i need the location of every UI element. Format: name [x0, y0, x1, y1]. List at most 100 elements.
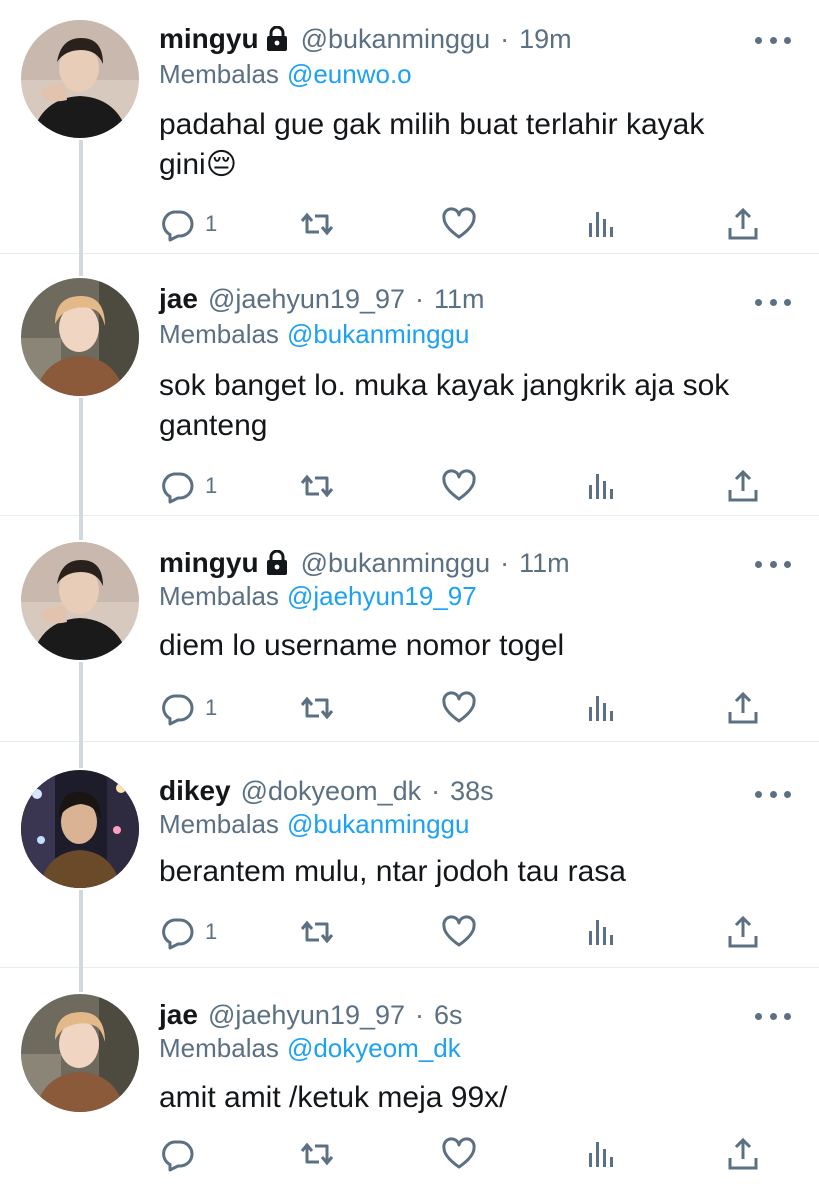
- retweet-icon: [300, 474, 334, 498]
- tweet-actions: [159, 1134, 769, 1174]
- avatar[interactable]: [21, 994, 139, 1112]
- tweet-header: dikey @dokyeom_dk · 38s: [159, 774, 749, 808]
- avatar[interactable]: [21, 542, 139, 660]
- thread-line: [79, 742, 83, 768]
- analytics-button[interactable]: [583, 466, 619, 506]
- reply-mention[interactable]: @eunwo.o: [287, 59, 412, 89]
- separator-dot: ·: [431, 776, 441, 806]
- analytics-button[interactable]: [583, 688, 619, 728]
- tweet-header: mingyu @bukanminggu · 11m: [159, 546, 749, 580]
- share-button[interactable]: [725, 688, 761, 728]
- like-icon: [442, 469, 476, 501]
- reply-button[interactable]: 1: [159, 466, 217, 506]
- display-name[interactable]: mingyu: [159, 546, 259, 580]
- thread-line: [79, 890, 83, 968]
- retweet-button[interactable]: [299, 912, 335, 952]
- more-icon[interactable]: [755, 34, 791, 46]
- reply-mention[interactable]: @dokyeom_dk: [287, 1033, 461, 1063]
- timestamp[interactable]: 19m: [519, 22, 572, 56]
- analytics-button[interactable]: [583, 1134, 619, 1174]
- tweet[interactable]: jae @jaehyun19_97 · 6s Membalas @dokyeom_…: [0, 968, 819, 1172]
- tweet[interactable]: jae @jaehyun19_97 · 11m Membalas @bukanmi…: [0, 254, 819, 516]
- tweet-actions: 1: [159, 204, 769, 244]
- reply-context: Membalas @eunwo.o: [159, 58, 412, 90]
- reply-context: Membalas @dokyeom_dk: [159, 1032, 461, 1064]
- reply-icon: [162, 918, 194, 950]
- retweet-button[interactable]: [299, 1134, 335, 1174]
- user-handle[interactable]: @jaehyun19_97: [208, 282, 405, 316]
- share-button[interactable]: [725, 204, 761, 244]
- timestamp[interactable]: 38s: [450, 774, 494, 808]
- reply-button[interactable]: 1: [159, 912, 217, 952]
- avatar[interactable]: [21, 770, 139, 888]
- analytics-icon: [589, 920, 613, 945]
- retweet-button[interactable]: [299, 466, 335, 506]
- reply-mention[interactable]: @jaehyun19_97: [287, 581, 477, 611]
- retweet-button[interactable]: [299, 688, 335, 728]
- reply-context: Membalas @bukanminggu: [159, 808, 469, 840]
- share-icon: [728, 469, 758, 502]
- user-handle[interactable]: @bukanminggu: [301, 546, 491, 580]
- reply-button[interactable]: [159, 1134, 205, 1174]
- share-button[interactable]: [725, 1134, 761, 1174]
- user-handle[interactable]: @jaehyun19_97: [208, 998, 405, 1032]
- thread-line: [79, 398, 83, 516]
- tweet-header: jae @jaehyun19_97 · 6s: [159, 998, 749, 1032]
- retweet-icon: [300, 920, 334, 944]
- tweet-header: mingyu @bukanminggu · 19m: [159, 22, 749, 56]
- retweet-button[interactable]: [299, 204, 335, 244]
- reply-label: Membalas: [159, 1033, 279, 1063]
- like-button[interactable]: [441, 466, 477, 506]
- display-name[interactable]: jae: [159, 282, 198, 316]
- share-icon: [728, 1137, 758, 1170]
- reply-icon: [162, 210, 194, 242]
- reply-mention[interactable]: @bukanminggu: [287, 809, 470, 839]
- reply-button[interactable]: 1: [159, 204, 217, 244]
- reply-mention[interactable]: @bukanminggu: [287, 319, 470, 349]
- reply-count: 1: [205, 473, 218, 498]
- thread-line: [79, 968, 83, 992]
- retweet-icon: [300, 696, 334, 720]
- more-icon[interactable]: [755, 788, 791, 800]
- like-button[interactable]: [441, 912, 477, 952]
- analytics-icon: [589, 474, 613, 499]
- like-icon: [442, 1137, 476, 1169]
- tweet[interactable]: mingyu @bukanminggu · 19m Membalas @eunwo…: [0, 0, 819, 254]
- display-name[interactable]: jae: [159, 998, 198, 1032]
- share-button[interactable]: [725, 912, 761, 952]
- display-name[interactable]: mingyu: [159, 22, 259, 56]
- tweet[interactable]: dikey @dokyeom_dk · 38s Membalas @bukanmi…: [0, 742, 819, 968]
- timestamp[interactable]: 11m: [519, 546, 570, 580]
- reply-label: Membalas: [159, 809, 279, 839]
- separator-dot: ·: [500, 24, 510, 54]
- reply-label: Membalas: [159, 59, 279, 89]
- reply-context: Membalas @bukanminggu: [159, 318, 469, 350]
- like-button[interactable]: [441, 688, 477, 728]
- display-name[interactable]: dikey: [159, 774, 231, 808]
- share-icon: [728, 207, 758, 240]
- reply-label: Membalas: [159, 581, 279, 611]
- reply-button[interactable]: 1: [159, 688, 217, 728]
- analytics-button[interactable]: [583, 204, 619, 244]
- avatar[interactable]: [21, 278, 139, 396]
- analytics-button[interactable]: [583, 912, 619, 952]
- tweet[interactable]: mingyu @bukanminggu · 11m Membalas @jaehy…: [0, 516, 819, 742]
- like-button[interactable]: [441, 1134, 477, 1174]
- like-icon: [442, 915, 476, 947]
- avatar[interactable]: [21, 20, 139, 138]
- more-icon[interactable]: [755, 558, 791, 570]
- analytics-icon: [589, 212, 613, 237]
- user-handle[interactable]: @dokyeom_dk: [241, 774, 422, 808]
- more-icon[interactable]: [755, 1010, 791, 1022]
- share-button[interactable]: [725, 466, 761, 506]
- share-icon: [728, 691, 758, 724]
- like-button[interactable]: [441, 204, 477, 244]
- analytics-icon: [589, 1142, 613, 1167]
- timestamp[interactable]: 6s: [434, 998, 463, 1032]
- lock-icon: [265, 26, 289, 52]
- user-handle[interactable]: @bukanminggu: [301, 22, 491, 56]
- more-icon[interactable]: [755, 296, 791, 308]
- thread-line: [79, 140, 83, 254]
- tweet-header: jae @jaehyun19_97 · 11m: [159, 282, 749, 316]
- timestamp[interactable]: 11m: [434, 282, 485, 316]
